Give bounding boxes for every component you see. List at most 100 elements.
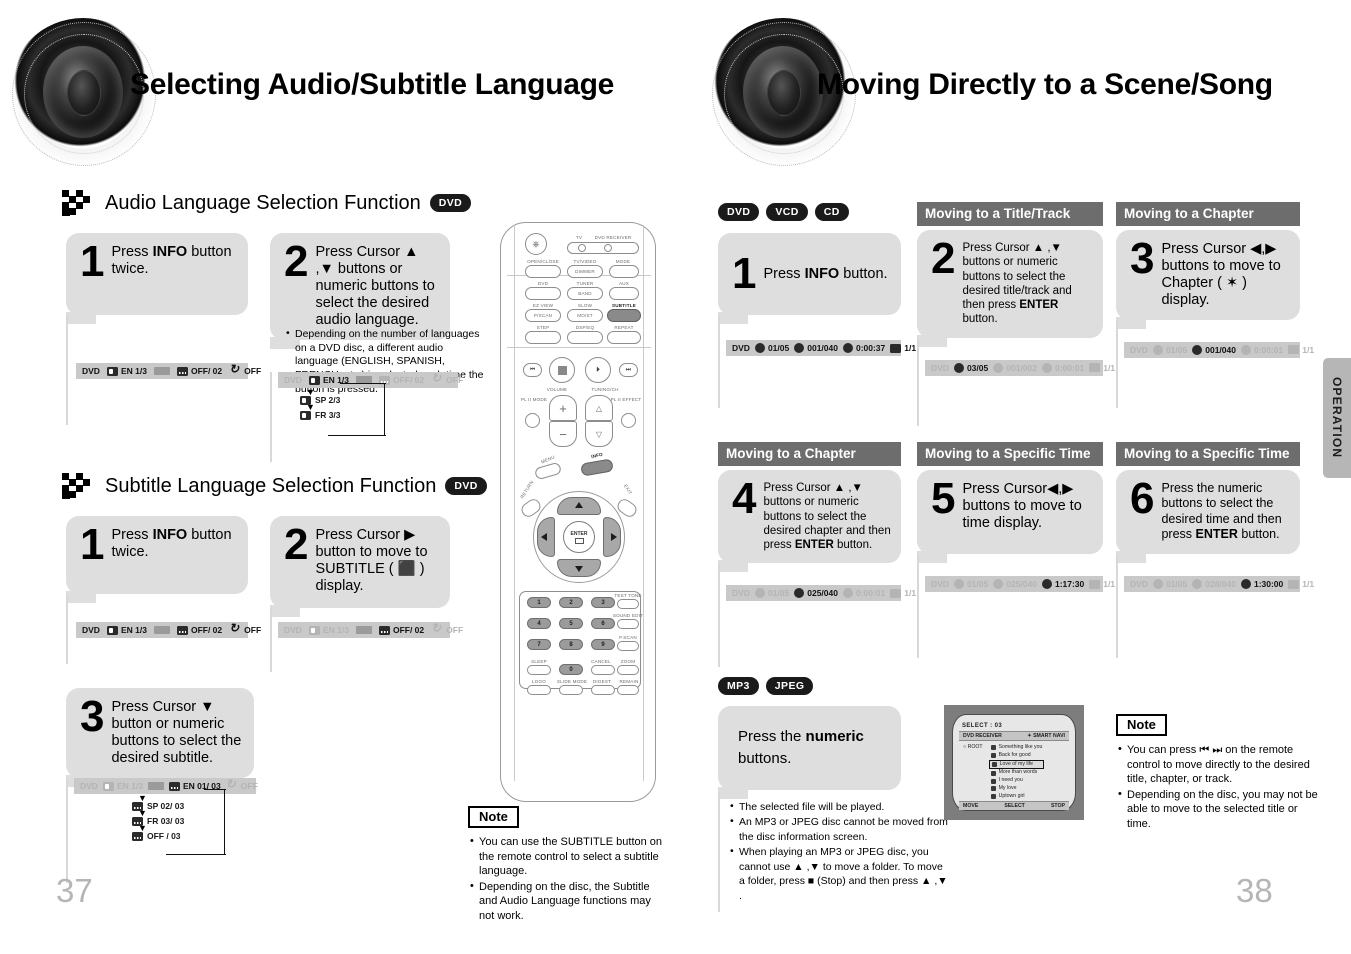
ez-view-button[interactable]: P/SCAN bbox=[525, 309, 561, 322]
stop-button[interactable] bbox=[549, 357, 575, 383]
sound-edit-button[interactable] bbox=[617, 619, 639, 629]
repeat-label: REPEAT bbox=[614, 325, 634, 330]
p-scan-2-button[interactable] bbox=[617, 641, 639, 651]
repeat-button[interactable] bbox=[607, 331, 641, 344]
tv-song-label: Something like you bbox=[998, 744, 1043, 750]
zoom-button[interactable] bbox=[617, 665, 639, 675]
pl-effect-button[interactable] bbox=[621, 413, 636, 428]
key-5[interactable]: 5 bbox=[559, 618, 583, 629]
subtitle-label: SUBTITLE bbox=[611, 303, 637, 308]
cancel-button[interactable] bbox=[591, 665, 615, 675]
prev-track-button[interactable]: ⏮ bbox=[523, 363, 542, 377]
step-body: DVD EN 1/3 OFF/ 02 OFF bbox=[66, 315, 261, 425]
osd-time-label: 0:00:01 bbox=[1253, 344, 1284, 355]
tuner-band-button[interactable]: BAND bbox=[567, 287, 603, 300]
enter-button[interactable]: ENTER bbox=[563, 521, 595, 553]
key-label: 6 bbox=[601, 620, 605, 627]
pl-mode-button[interactable] bbox=[525, 413, 540, 428]
step-text: Press Cursor ◀,▶ buttons to move to Chap… bbox=[1161, 241, 1281, 308]
step-rail bbox=[66, 315, 68, 425]
dvd-button[interactable] bbox=[525, 287, 561, 300]
step-number: 3 bbox=[1130, 234, 1155, 283]
loop-line-bottom bbox=[328, 435, 386, 436]
zoom-label: ZOOM bbox=[620, 659, 636, 664]
slide-mode-button[interactable] bbox=[559, 685, 583, 695]
tv-header-bar: DVD RECEIVER ✦ SMART NAVI bbox=[959, 731, 1069, 741]
section-title-text: Audio Language Selection Function bbox=[105, 191, 421, 214]
slow-button[interactable]: MO/ST bbox=[567, 309, 603, 322]
volume-up-button[interactable]: + bbox=[549, 395, 577, 421]
osd-title: 01/05 bbox=[754, 343, 789, 353]
osd-disc: DVD bbox=[82, 625, 100, 635]
play-pause-button[interactable]: ⏵ bbox=[585, 357, 611, 383]
remain-button[interactable] bbox=[617, 685, 639, 695]
aux-button[interactable] bbox=[609, 287, 639, 300]
osd-disc-label: DVD bbox=[931, 579, 949, 589]
left-page: Selecting Audio/Subtitle Language Audio … bbox=[0, 0, 676, 954]
scene-step-6: Moving to a Specific Time 6 Press the nu… bbox=[1116, 442, 1314, 658]
note-box-left: Note You can use the SUBTITLE button on … bbox=[468, 806, 664, 924]
dpad-up[interactable] bbox=[557, 497, 601, 515]
key-2[interactable]: 2 bbox=[559, 597, 583, 608]
tv-song-item-selected[interactable]: Love of my life bbox=[988, 759, 1045, 770]
step-bubble: 2 Press Cursor ▲ ,▼ buttons or numeric b… bbox=[270, 233, 450, 349]
music-note-icon bbox=[990, 794, 996, 800]
tv-song-item[interactable]: More than words bbox=[989, 769, 1045, 777]
volume-down-button[interactable]: − bbox=[549, 421, 577, 447]
power-button[interactable]: ⎈ bbox=[525, 233, 547, 255]
section-title-text: Subtitle Language Selection Function bbox=[105, 474, 437, 497]
tv-song-item[interactable]: Uptown girl bbox=[989, 793, 1045, 801]
key-0[interactable]: 0 bbox=[559, 664, 583, 675]
sleep-button[interactable] bbox=[527, 665, 551, 675]
tuning-down-button[interactable]: ▽ bbox=[585, 421, 613, 447]
tv-song-item[interactable]: Back for good bbox=[989, 752, 1045, 760]
digest-button[interactable] bbox=[591, 685, 615, 695]
tv-stop-hint: STOP bbox=[1050, 802, 1065, 809]
sleep-label: SLEEP bbox=[531, 659, 547, 664]
osd-bar: DVD 01/05 001/040 0:00:37 1/1 bbox=[726, 340, 916, 356]
step-rail bbox=[718, 315, 720, 408]
key-9[interactable]: 9 bbox=[591, 639, 615, 650]
key-1[interactable]: 1 bbox=[527, 597, 551, 608]
next-track-button[interactable]: ⏭ bbox=[619, 363, 638, 377]
dpad-down[interactable] bbox=[557, 559, 601, 577]
subtitle-button[interactable] bbox=[607, 309, 641, 322]
tv-song-item[interactable]: Something like you bbox=[989, 744, 1045, 752]
tv-root-folder[interactable]: ○ ROOT bbox=[963, 744, 983, 801]
key-6[interactable]: 6 bbox=[591, 618, 615, 629]
osd-disc: DVD bbox=[80, 781, 98, 791]
chapter-icon bbox=[794, 343, 805, 353]
tv-song-item[interactable]: I need you bbox=[989, 777, 1045, 785]
key-7[interactable]: 7 bbox=[527, 639, 551, 650]
tuning-up-button[interactable]: △ bbox=[585, 395, 613, 421]
osd-title-label: 01/05 bbox=[1165, 344, 1188, 355]
step-body: DVD 03/05 001/002 0:00:01 1/1 bbox=[917, 337, 1115, 426]
open-close-button[interactable] bbox=[525, 265, 561, 278]
key-8[interactable]: 8 bbox=[559, 639, 583, 650]
osd-time-label: 0:00:01 bbox=[1054, 362, 1085, 373]
scene-step-5: Moving to a Specific Time 5 Press Cursor… bbox=[917, 442, 1115, 658]
dpad-left[interactable] bbox=[537, 517, 555, 557]
info-button[interactable] bbox=[580, 458, 614, 477]
key-4[interactable]: 4 bbox=[527, 618, 551, 629]
key-label: 2 bbox=[569, 599, 573, 606]
dsp-eq-button[interactable] bbox=[567, 331, 603, 344]
key-3[interactable]: 3 bbox=[591, 597, 615, 608]
tv-song-item[interactable]: My love bbox=[989, 785, 1045, 793]
dolby-icon bbox=[147, 782, 164, 790]
subtitle-icon bbox=[132, 801, 143, 811]
step-text: Press INFO button. bbox=[763, 264, 887, 283]
step-text-before: Press bbox=[763, 265, 805, 282]
test-tone-button[interactable] bbox=[617, 599, 639, 609]
dvd-select-dot[interactable] bbox=[604, 244, 612, 252]
slow-label: SLOW bbox=[577, 303, 593, 308]
section-heading-subtitle: Subtitle Language Selection Function DVD bbox=[62, 473, 487, 499]
tv-select-dot[interactable] bbox=[578, 244, 586, 252]
dolby-icon bbox=[355, 626, 372, 634]
tv-video-button[interactable]: DIMMER bbox=[567, 265, 603, 278]
clock-icon bbox=[1240, 579, 1251, 589]
mode-button[interactable] bbox=[609, 265, 639, 278]
audio-icon bbox=[102, 781, 114, 791]
step-button[interactable] bbox=[525, 331, 561, 344]
logo-button[interactable] bbox=[527, 685, 551, 695]
